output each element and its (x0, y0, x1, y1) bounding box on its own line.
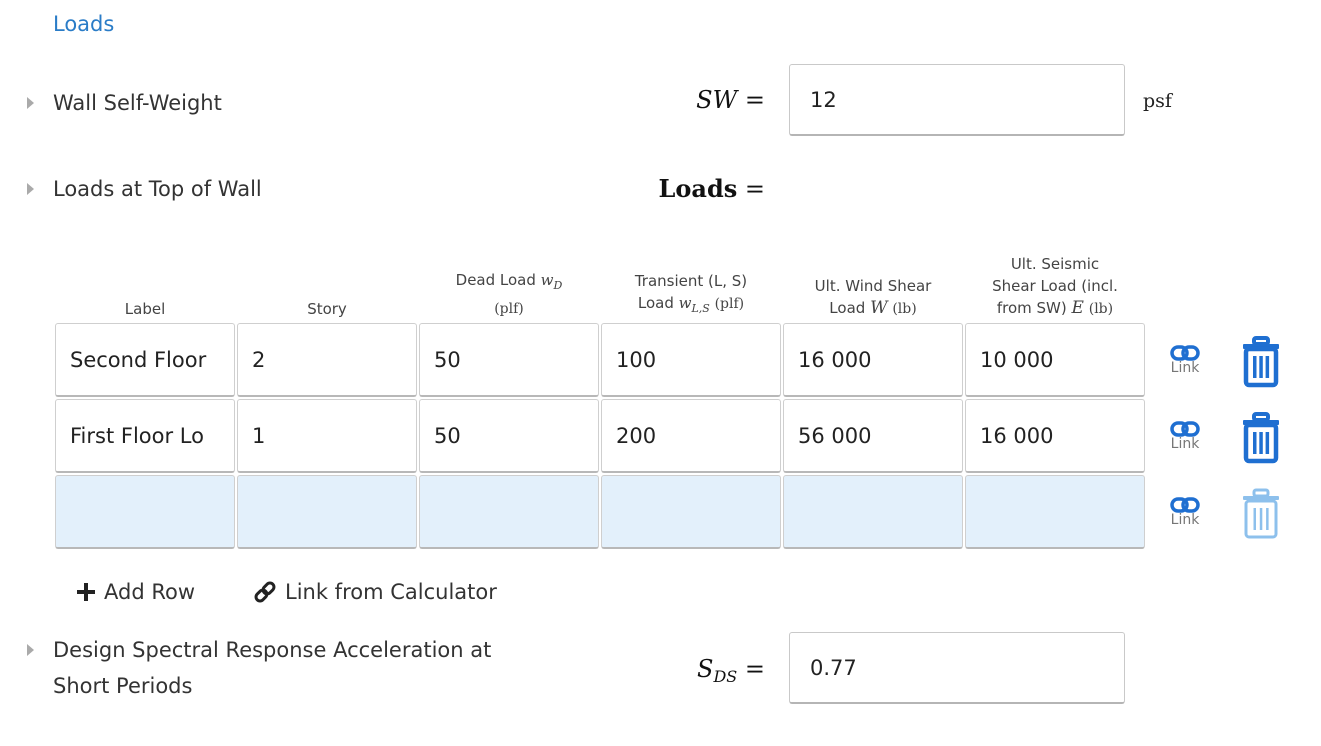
header-unit: (lb) (892, 301, 917, 317)
header-symbol: w (678, 294, 692, 312)
header-text: Ult. Wind Shear (814, 277, 932, 295)
trash-icon[interactable] (1240, 336, 1282, 388)
plus-icon (77, 583, 95, 601)
sds-var: S (697, 655, 714, 683)
sw-var: SW (696, 86, 738, 114)
cell-label[interactable] (55, 475, 235, 549)
cell-label[interactable]: First Floor Lo (55, 399, 235, 473)
cell-transient-load[interactable]: 100 (601, 323, 781, 397)
cell-story[interactable] (237, 475, 417, 549)
header-text: Shear Load (incl. (992, 277, 1118, 295)
col-header-label: Label (55, 240, 235, 320)
sw-equals: = (744, 86, 765, 114)
header-subscript: L,S (691, 302, 710, 315)
header-subscript: D (553, 279, 563, 292)
cell-text: 50 (434, 423, 461, 448)
header-text: Story (307, 300, 347, 318)
link-label: Link (1170, 436, 1200, 452)
cell-wind-shear[interactable]: 16 000 (783, 323, 963, 397)
cell-text: Second Floor (70, 347, 207, 372)
header-text: Transient (L, S) (634, 272, 748, 290)
top-loads-label[interactable]: Loads at Top of Wall (53, 170, 262, 208)
row-link-button[interactable]: Link (1160, 344, 1210, 404)
sds-label[interactable]: Design Spectral Response Acceleration at… (53, 632, 491, 704)
caret-right-icon[interactable] (27, 97, 34, 109)
header-symbol: w (540, 271, 554, 289)
caret-right-icon[interactable] (27, 183, 34, 195)
cell-story[interactable]: 2 (237, 323, 417, 397)
header-symbol: E (1071, 298, 1084, 318)
col-header-wind-shear: Ult. Wind Shear Load W (lb) (783, 240, 963, 320)
loads-symbol: Loads = (600, 174, 765, 203)
col-header-dead-load: Dead Load wD (plf) (419, 240, 599, 320)
link-label: Link (1170, 360, 1200, 376)
sds-label-line1: Design Spectral Response Acceleration at (53, 638, 492, 662)
add-row-button[interactable]: Add Row (76, 580, 195, 604)
cell-transient-load[interactable] (601, 475, 781, 549)
link-from-calculator-label: Link from Calculator (285, 580, 497, 604)
cell-transient-load[interactable]: 200 (601, 399, 781, 473)
sds-value: 0.77 (810, 655, 857, 680)
cell-wind-shear[interactable] (783, 475, 963, 549)
header-text: Label (124, 300, 166, 318)
cell-text: 200 (616, 423, 657, 448)
sds-symbol: SDS = (640, 655, 765, 686)
cell-wind-shear[interactable]: 56 000 (783, 399, 963, 473)
cell-dead-load[interactable] (419, 475, 599, 549)
sds-equals: = (744, 655, 765, 683)
section-title-loads[interactable]: Loads (53, 12, 114, 36)
self-weight-value: 12 (810, 87, 837, 112)
cell-seismic-shear[interactable]: 16 000 (965, 399, 1145, 473)
chain-link-icon (254, 581, 276, 603)
header-text: from SW) (996, 299, 1067, 317)
loads-var: Loads (658, 174, 738, 203)
caret-right-icon[interactable] (27, 644, 34, 656)
header-text: Dead Load (455, 271, 536, 289)
row-link-button[interactable]: Link (1160, 420, 1210, 480)
col-header-story: Story (237, 240, 417, 320)
row-link-button[interactable]: Link (1160, 496, 1210, 556)
cell-text: 10 000 (980, 347, 1054, 372)
header-unit: (plf) (494, 301, 524, 317)
loads-equals: = (744, 175, 765, 203)
header-text: Ult. Seismic (1010, 255, 1100, 273)
self-weight-unit: psf (1143, 90, 1172, 112)
sds-input[interactable]: 0.77 (789, 632, 1125, 704)
self-weight-label[interactable]: Wall Self-Weight (53, 84, 222, 122)
trash-icon[interactable] (1240, 488, 1282, 540)
cell-story[interactable]: 1 (237, 399, 417, 473)
cell-text: 100 (616, 347, 657, 372)
cell-text: 2 (252, 347, 266, 372)
cell-label[interactable]: Second Floor (55, 323, 235, 397)
col-header-seismic-shear: Ult. Seismic Shear Load (incl. from SW) … (965, 240, 1145, 320)
cell-text: 16 000 (980, 423, 1054, 448)
header-symbol: W (870, 298, 888, 318)
sds-var-subscript: DS (713, 667, 738, 686)
self-weight-symbol: SW = (640, 86, 765, 114)
link-from-calculator-button[interactable]: Link from Calculator (253, 580, 497, 604)
cell-dead-load[interactable]: 50 (419, 323, 599, 397)
header-unit: (plf) (714, 296, 745, 312)
cell-seismic-shear[interactable]: 10 000 (965, 323, 1145, 397)
link-label: Link (1170, 512, 1200, 528)
header-text: Load (637, 294, 674, 312)
header-text: Load (829, 299, 866, 317)
cell-text: 50 (434, 347, 461, 372)
cell-dead-load[interactable]: 50 (419, 399, 599, 473)
col-header-transient-load: Transient (L, S) Load wL,S (plf) (601, 240, 781, 320)
cell-text: 56 000 (798, 423, 872, 448)
trash-icon[interactable] (1240, 412, 1282, 464)
self-weight-input[interactable]: 12 (789, 64, 1125, 136)
cell-seismic-shear[interactable] (965, 475, 1145, 549)
cell-text: 16 000 (798, 347, 872, 372)
add-row-label: Add Row (104, 580, 196, 604)
header-unit: (lb) (1088, 301, 1114, 317)
sds-label-line2: Short Periods (53, 674, 193, 698)
cell-text: First Floor Lo (70, 423, 204, 448)
cell-text: 1 (252, 423, 266, 448)
